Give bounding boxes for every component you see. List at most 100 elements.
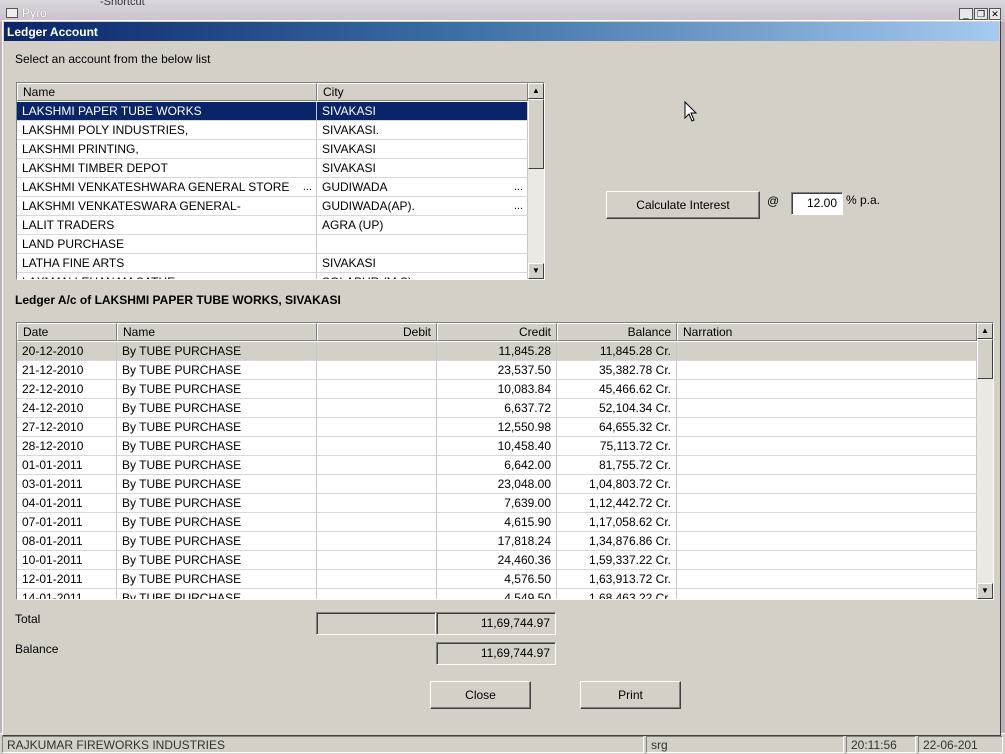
column-header-name[interactable]: Name [17, 83, 317, 101]
ledger-row[interactable]: 20-12-2010 By TUBE PURCHASE 11,845.28 11,84… [17, 342, 977, 361]
ledger-row[interactable]: 10-01-2011 By TUBE PURCHASE 24,460.36 1,59,… [17, 551, 977, 570]
account-name-cell: LAXMAN LEHANAM SATHE [17, 273, 317, 279]
ledger-row[interactable]: 22-12-2010 By TUBE PURCHASE 10,083.84 45,46… [17, 380, 977, 399]
account-name: LALIT TRADERS [22, 218, 115, 232]
ledger-date-cell: 20-12-2010 [17, 342, 117, 361]
ledger-name-cell: By TUBE PURCHASE [117, 456, 317, 475]
restore-icon[interactable]: ❐ [974, 8, 988, 20]
scroll-up-arrow-icon[interactable]: ▲ [528, 83, 544, 99]
account-row[interactable]: LAND PURCHASE [17, 235, 528, 254]
scroll-up-arrow-icon[interactable]: ▲ [977, 323, 993, 339]
ledger-date-cell: 24-12-2010 [17, 399, 117, 418]
account-row[interactable]: LAXMAN LEHANAM SATHE SOLAPUR (M.S) [17, 273, 528, 279]
ledger-credit-cell: 4,549.50 [437, 589, 557, 599]
account-city: SIVAKASI [322, 104, 376, 118]
account-name-cell: LAKSHMI POLY INDUSTRIES, [17, 121, 317, 140]
account-row[interactable]: LAKSHMI PAPER TUBE WORKS SIVAKASI [17, 102, 528, 121]
calculate-interest-button[interactable]: Calculate Interest [606, 191, 760, 219]
account-row[interactable]: LAKSHMI VENKATESHWARA GENERAL STORE... GU… [17, 178, 528, 197]
column-header-narration[interactable]: Narration [677, 323, 977, 341]
account-row[interactable]: LALIT TRADERS AGRA (UP) [17, 216, 528, 235]
interest-rate-input[interactable]: 12.00 [791, 192, 843, 215]
interest-unit-label: % p.a. [846, 193, 881, 207]
ledger-debit-cell [317, 513, 437, 532]
status-user: srg [646, 736, 844, 753]
account-city-cell: GUDIWADA(AP).... [317, 197, 528, 216]
ledger-balance-cell: 1,59,337.22 Cr. [557, 551, 677, 570]
column-header-name[interactable]: Name [117, 323, 317, 341]
ledger-balance-cell: 75,113.72 Cr. [557, 437, 677, 456]
print-button[interactable]: Print [580, 681, 681, 709]
ledger-credit-cell: 4,615.90 [437, 513, 557, 532]
ledger-credit-cell: 23,048.00 [437, 475, 557, 494]
total-credit-field: 11,69,744.97 [436, 612, 556, 635]
minimize-icon[interactable]: _ [959, 8, 973, 20]
accounts-scrollbar[interactable]: ▲ ▼ [528, 83, 544, 279]
close-window-icon[interactable]: ✕ [989, 8, 1001, 20]
scroll-down-arrow-icon[interactable]: ▼ [977, 583, 993, 599]
ledger-narration-cell [677, 570, 977, 589]
column-header-balance[interactable]: Balance [557, 323, 677, 341]
account-row[interactable]: LAKSHMI TIMBER DEPOT SIVAKASI [17, 159, 528, 178]
ledger-credit-cell: 10,458.40 [437, 437, 557, 456]
ledger-balance-cell: 1,68,463.22 Cr. [557, 589, 677, 599]
ledger-row[interactable]: 12-01-2011 By TUBE PURCHASE 4,576.50 1,63,9… [17, 570, 977, 589]
dialog-titlebar[interactable]: Ledger Account [4, 22, 999, 41]
column-header-date[interactable]: Date [17, 323, 117, 341]
background-app-title: Pyro [22, 6, 47, 20]
ledger-narration-cell [677, 342, 977, 361]
ledger-row[interactable]: 01-01-2011 By TUBE PURCHASE 6,642.00 81,755… [17, 456, 977, 475]
ledger-name-cell: By TUBE PURCHASE [117, 399, 317, 418]
scrollbar-thumb[interactable] [977, 339, 993, 379]
column-header-debit[interactable]: Debit [317, 323, 437, 341]
ledger-credit-cell: 17,818.24 [437, 532, 557, 551]
ledger-name-cell: By TUBE PURCHASE [117, 551, 317, 570]
ledger-debit-cell [317, 589, 437, 599]
scroll-down-arrow-icon[interactable]: ▼ [528, 263, 544, 279]
account-name-cell: LAKSHMI PRINTING, [17, 140, 317, 159]
ledger-row[interactable]: 21-12-2010 By TUBE PURCHASE 23,537.50 35,38… [17, 361, 977, 380]
close-button[interactable]: Close [430, 681, 531, 709]
account-row[interactable]: LAKSHMI POLY INDUSTRIES, SIVAKASI. [17, 121, 528, 140]
ledger-balance-cell: 1,12,442.72 Cr. [557, 494, 677, 513]
column-header-city[interactable]: City [317, 83, 528, 101]
ledger-narration-cell [677, 532, 977, 551]
ledger-row[interactable]: 24-12-2010 By TUBE PURCHASE 6,637.72 52,104… [17, 399, 977, 418]
ledger-row[interactable]: 08-01-2011 By TUBE PURCHASE 17,818.24 1,34,… [17, 532, 977, 551]
ledger-debit-cell [317, 418, 437, 437]
ledger-narration-cell [677, 551, 977, 570]
account-name-cell: LAND PURCHASE [17, 235, 317, 254]
ledger-row[interactable]: 07-01-2011 By TUBE PURCHASE 4,615.90 1,17,0… [17, 513, 977, 532]
ledger-row[interactable]: 27-12-2010 By TUBE PURCHASE 12,550.98 64,65… [17, 418, 977, 437]
status-bar: RAJKUMAR FIREWORKS INDUSTRIES srg 20:11:… [0, 733, 1005, 754]
ledger-balance-cell: 45,466.62 Cr. [557, 380, 677, 399]
ledger-row[interactable]: 03-01-2011 By TUBE PURCHASE 23,048.00 1,04,… [17, 475, 977, 494]
scrollbar-thumb[interactable] [528, 99, 544, 169]
ledger-credit-cell: 23,537.50 [437, 361, 557, 380]
ledger-name-cell: By TUBE PURCHASE [117, 570, 317, 589]
ledger-row[interactable]: 14-01-2011 By TUBE PURCHASE 4,549.50 1,68,4… [17, 589, 977, 599]
ledger-debit-cell [317, 437, 437, 456]
ledger-name-cell: By TUBE PURCHASE [117, 475, 317, 494]
account-row[interactable]: LATHA FINE ARTS SIVAKASI [17, 254, 528, 273]
account-name-cell: LAKSHMI VENKATESHWARA GENERAL STORE... [17, 178, 317, 197]
account-row[interactable]: LAKSHMI VENKATESWARA GENERAL- GUDIWADA(AP… [17, 197, 528, 216]
account-city-cell: SIVAKASI [317, 254, 528, 273]
account-city-cell [317, 235, 528, 254]
account-city: SIVAKASI [322, 161, 376, 175]
accounts-table: Name City LAKSHMI PAPER TUBE WORKS SIVAKA… [16, 82, 545, 280]
mouse-cursor-icon [684, 100, 698, 122]
app-icon [6, 8, 18, 18]
account-row[interactable]: LAKSHMI PRINTING, SIVAKASI [17, 140, 528, 159]
ledger-name-cell: By TUBE PURCHASE [117, 589, 317, 599]
ledger-row[interactable]: 28-12-2010 By TUBE PURCHASE 10,458.40 75,11… [17, 437, 977, 456]
ledger-row[interactable]: 04-01-2011 By TUBE PURCHASE 7,639.00 1,12,4… [17, 494, 977, 513]
ledger-scrollbar[interactable]: ▲ ▼ [977, 323, 993, 599]
account-name-cell: LAKSHMI VENKATESWARA GENERAL- [17, 197, 317, 216]
ledger-narration-cell [677, 380, 977, 399]
account-city: GUDIWADA(AP). [322, 199, 415, 213]
column-header-credit[interactable]: Credit [437, 323, 557, 341]
status-time: 20:11:56 [846, 736, 916, 753]
account-city-cell: SOLAPUR (M.S) [317, 273, 528, 279]
ledger-debit-cell [317, 361, 437, 380]
